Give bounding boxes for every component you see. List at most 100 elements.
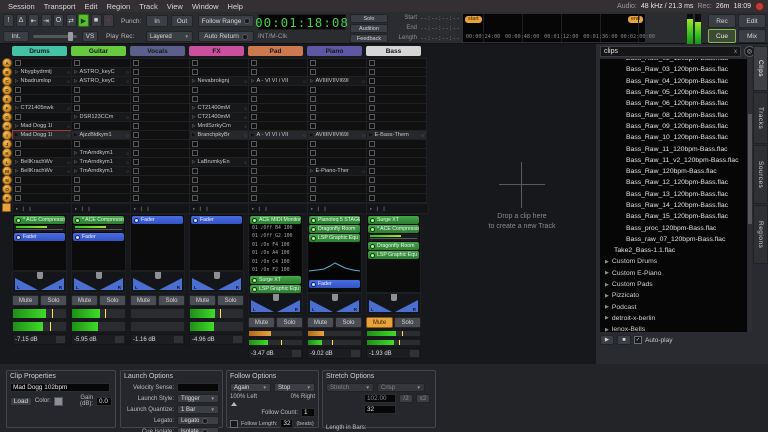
clear-search-icon[interactable]: x — [734, 49, 737, 55]
clip-slot-checkbox[interactable] — [74, 177, 80, 183]
pan-handle[interactable] — [214, 272, 220, 279]
expand-arrow-icon[interactable]: ▶ — [605, 282, 609, 288]
clip-slot-checkbox[interactable] — [369, 195, 375, 201]
clip-slot-checkbox[interactable] — [74, 186, 80, 192]
clip-slot-checkbox[interactable] — [310, 114, 316, 120]
clip-slot-checkbox[interactable] — [133, 96, 139, 102]
clip-slot-checkbox[interactable] — [251, 123, 257, 129]
metronome-button[interactable]: Δ — [16, 14, 27, 27]
clip-slot-checkbox[interactable] — [310, 87, 316, 93]
track-header-pad[interactable]: Pad — [248, 46, 303, 56]
clip-slot-checkbox[interactable] — [251, 87, 257, 93]
clip-slot-checkbox[interactable] — [310, 123, 316, 129]
clip-slot-checkbox[interactable] — [133, 159, 139, 165]
pan-control-pad[interactable]: LR — [248, 293, 303, 315]
gain-slider-handle[interactable] — [233, 336, 242, 343]
follow-length-checkbox[interactable] — [230, 420, 238, 428]
clip-slot-checkbox[interactable] — [310, 69, 316, 75]
tab-regions[interactable]: Regions — [753, 205, 768, 264]
clip-slot-checkbox[interactable] — [15, 96, 21, 102]
follow-range-button[interactable]: Follow Range — [198, 15, 254, 27]
clip-stop-icon[interactable]: ○ — [67, 70, 70, 75]
clip-slot-checkbox[interactable] — [74, 87, 80, 93]
gain-display-fx[interactable]: -4.96 dB — [189, 334, 244, 345]
pan-handle[interactable] — [273, 294, 279, 301]
auto-return-button[interactable]: Auto Return — [198, 31, 254, 42]
gain-slider-handle[interactable] — [56, 336, 65, 343]
clip-file-bass-raw-14-120bpm-bass-flac[interactable]: Bass_Raw_14_120bpm-Bass.flac — [600, 200, 747, 211]
processor-led[interactable] — [370, 227, 375, 232]
track-header-vocals[interactable]: Vocals — [130, 46, 185, 56]
clip-slot-checkbox[interactable] — [133, 114, 139, 120]
processor-fader[interactable]: Fader — [14, 233, 65, 241]
clip-slot-checkbox[interactable] — [310, 141, 316, 147]
auto-play-checkbox[interactable]: ✓ — [634, 336, 642, 344]
clip-stop-icon[interactable]: ○ — [244, 133, 247, 138]
clip-slot-checkbox[interactable] — [15, 150, 21, 156]
clip-stop-icon[interactable]: ○ — [67, 169, 70, 174]
clip-slot-checkbox[interactable] — [369, 105, 375, 111]
gain-slider-handle[interactable] — [351, 350, 360, 357]
processor-dragonfly-room[interactable]: Dragonfly Room — [368, 242, 419, 250]
menu-window[interactable]: Window — [188, 2, 223, 11]
clip-file-bass-raw-13-120bpm-bass-flac[interactable]: Bass_Raw_13_120bpm-Bass.flac — [600, 189, 747, 200]
track-clip-controls-fx[interactable]: ▸❙❙ — [189, 203, 252, 214]
clip-slot-checkbox[interactable] — [251, 195, 257, 201]
clip-slot-p-fx[interactable] — [189, 193, 250, 203]
clip-slot-checkbox[interactable] — [133, 141, 139, 147]
mute-button-pad[interactable]: Mute — [248, 317, 275, 328]
processor-lsp-graphic-equ[interactable]: LSP Graphic Equ — [368, 251, 419, 259]
clip-slot-checkbox[interactable] — [251, 159, 257, 165]
clip-file-bass-raw-11-v2-120bpm-bass-flac[interactable]: Bass_Raw_11_v2_120bpm-Bass.flac — [600, 155, 747, 166]
stop-button[interactable]: ■ — [91, 14, 102, 27]
clip-slot-checkbox[interactable] — [251, 114, 257, 120]
clip-slot-checkbox[interactable] — [310, 195, 316, 201]
solo-button-vocals[interactable]: Solo — [158, 295, 185, 306]
clip-stop-icon[interactable]: ○ — [126, 70, 129, 75]
mode-rec-button[interactable]: Rec — [708, 14, 736, 28]
stretch-value-field[interactable]: 102.00 — [364, 394, 396, 403]
loop-button[interactable]: O — [53, 14, 64, 27]
clip-stop-icon[interactable]: ○ — [421, 133, 424, 138]
clip-file-bass-raw-12-120bpm-bass-flac[interactable]: Bass_Raw_12_120bpm-Bass.flac — [600, 177, 747, 188]
mute-button-vocals[interactable]: Mute — [130, 295, 157, 306]
clip-slot-checkbox[interactable] — [192, 177, 198, 183]
clip-play-icon[interactable]: ▷ — [192, 79, 196, 84]
clip-play-icon[interactable]: ▷ — [310, 169, 314, 174]
mode-cue-button[interactable]: Cue — [708, 29, 736, 43]
solo-button-guitar[interactable]: Solo — [99, 295, 126, 306]
timecode-clock[interactable]: 00:01:18:08 — [258, 14, 346, 30]
mini-timeline[interactable]: start end 00:00:24:0000:00:48:0000:01:12… — [462, 13, 646, 43]
clip-stop-icon[interactable]: ○ — [126, 79, 129, 84]
clip-file-bass-raw-06-120bpm-bass-flac[interactable]: Bass_Raw_06_120bpm-Bass.flac — [600, 98, 747, 109]
clip-play-icon[interactable]: ▷ — [74, 70, 78, 75]
pan-handle[interactable] — [37, 272, 43, 279]
cue-isolate-toggle[interactable]: Isolate — [177, 427, 219, 432]
stretch-double-button[interactable]: x2 — [416, 394, 430, 403]
pan-control-fx[interactable]: LR — [189, 271, 244, 293]
processor-surge-xt[interactable]: Surge XT — [250, 276, 301, 284]
clip-file-bass-raw-10-120bpm-bass-flac[interactable]: Bass_Raw_10_120bpm-Bass.flac — [600, 132, 747, 143]
clip-slot-checkbox[interactable] — [133, 87, 139, 93]
clip-slot-checkbox[interactable] — [310, 96, 316, 102]
clip-slot-checkbox[interactable] — [369, 177, 375, 183]
clip-play-icon[interactable]: ▷ — [15, 106, 19, 111]
clip-slot-checkbox[interactable] — [369, 60, 375, 66]
clip-slot-checkbox[interactable] — [310, 186, 316, 192]
scrollbar-thumb[interactable] — [748, 114, 752, 224]
mode-edit-button[interactable]: Edit — [738, 14, 766, 28]
load-button[interactable]: Load — [10, 397, 32, 406]
processor-led[interactable] — [311, 236, 316, 241]
tab-tracks[interactable]: Tracks — [753, 92, 768, 144]
clip-stop-icon[interactable]: ○ — [67, 133, 70, 138]
goto-start-button[interactable]: ⇤ — [28, 14, 39, 27]
menu-view[interactable]: View — [163, 2, 187, 11]
processor-led[interactable] — [252, 287, 257, 292]
processor-fader[interactable]: Fader — [73, 233, 124, 241]
clip-slot-checkbox[interactable] — [74, 96, 80, 102]
follow-balance-slider[interactable] — [230, 402, 315, 406]
processor-led[interactable] — [252, 218, 257, 223]
solo-button-drums[interactable]: Solo — [40, 295, 67, 306]
mute-button-drums[interactable]: Mute — [12, 295, 39, 306]
clip-slot-checkbox[interactable] — [133, 123, 139, 129]
